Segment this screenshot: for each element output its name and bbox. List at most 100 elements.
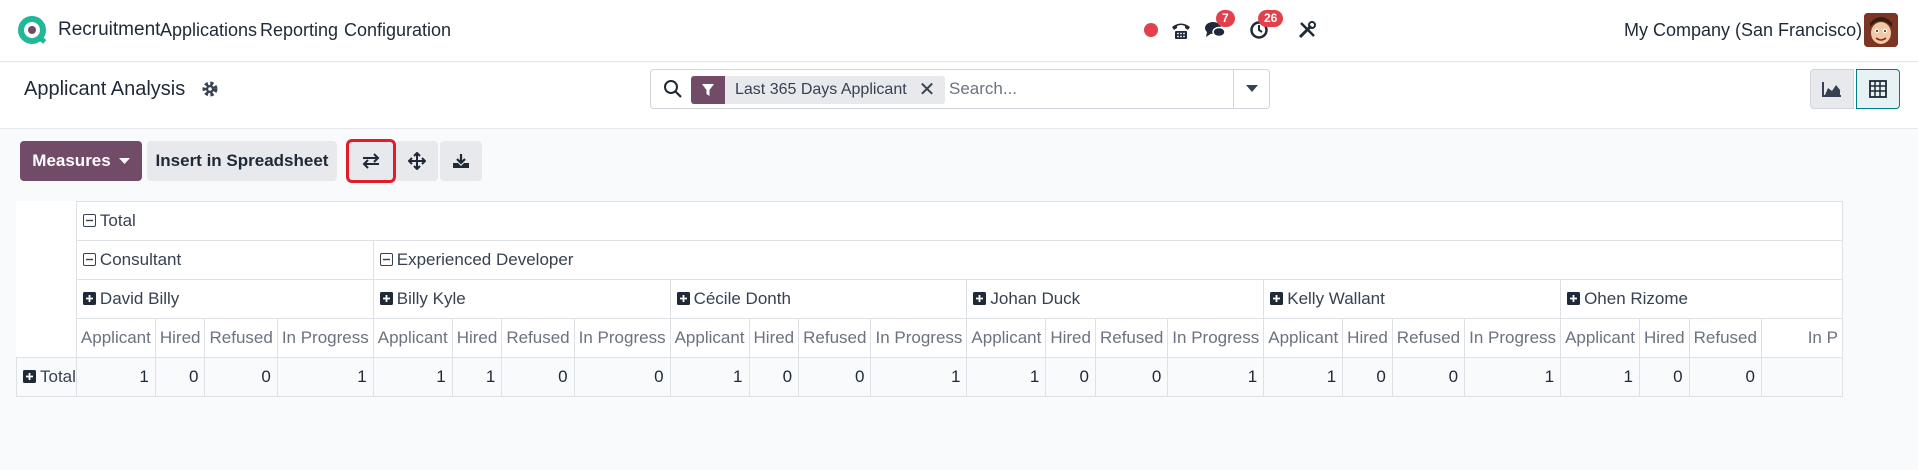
row-header-total[interactable]: Total bbox=[16, 357, 77, 397]
pivot-value-cell[interactable]: 1 bbox=[372, 357, 453, 397]
measure-header[interactable]: Refused bbox=[204, 318, 278, 358]
expand-all-button[interactable] bbox=[396, 141, 438, 181]
col-header-person[interactable]: Billy Kyle bbox=[372, 279, 671, 319]
pivot-value-cell[interactable]: 0 bbox=[204, 357, 278, 397]
measure-header[interactable]: Applicant bbox=[966, 318, 1047, 358]
measure-header[interactable]: Hired bbox=[1342, 318, 1393, 358]
measure-header[interactable]: In P bbox=[1760, 318, 1843, 358]
pivot-value-cell[interactable]: 0 bbox=[1094, 357, 1169, 397]
measures-button[interactable]: Measures bbox=[20, 141, 142, 181]
insert-in-spreadsheet-button[interactable]: Insert in Spreadsheet bbox=[147, 141, 337, 181]
measure-header[interactable]: Refused bbox=[798, 318, 872, 358]
pivot-value-cell[interactable]: 0 bbox=[501, 357, 575, 397]
col-header-total[interactable]: Total bbox=[75, 201, 1843, 241]
tools-icon[interactable] bbox=[1294, 14, 1320, 46]
filter-facet-label: Last 365 Days Applicant bbox=[735, 81, 907, 98]
graph-view-button[interactable] bbox=[1810, 69, 1854, 109]
col-header-person[interactable]: David Billy bbox=[75, 279, 374, 319]
col-header-person[interactable]: Kelly Wallant bbox=[1263, 279, 1562, 319]
chat-icon[interactable]: 7 bbox=[1202, 10, 1235, 46]
col-header-person[interactable]: Cécile Donth bbox=[669, 279, 968, 319]
measure-header[interactable]: Refused bbox=[1391, 318, 1466, 358]
search-options-toggle[interactable] bbox=[1233, 70, 1269, 108]
app-name[interactable]: Recruitment bbox=[58, 19, 160, 41]
col-header-person[interactable]: Johan Duck bbox=[966, 279, 1265, 319]
activity-clock-icon[interactable]: 26 bbox=[1246, 10, 1284, 46]
measure-header[interactable]: Hired bbox=[1639, 318, 1690, 358]
menu-applications[interactable]: Applications bbox=[160, 20, 257, 41]
pivot-value-cell[interactable]: 1 bbox=[451, 357, 503, 397]
pivot-value-cell[interactable] bbox=[1760, 357, 1843, 397]
app-logo-icon[interactable] bbox=[18, 16, 48, 46]
user-avatar[interactable] bbox=[1864, 13, 1898, 47]
pivot-value-cell[interactable]: 0 bbox=[573, 357, 671, 397]
gear-icon[interactable] bbox=[200, 79, 220, 99]
measure-header[interactable]: Applicant bbox=[75, 318, 156, 358]
status-dot-icon[interactable] bbox=[1142, 14, 1160, 46]
measure-header[interactable]: Applicant bbox=[1560, 318, 1640, 358]
pivot-value-cell[interactable]: 0 bbox=[154, 357, 206, 397]
measure-header[interactable]: Hired bbox=[748, 318, 800, 358]
pivot-value-cell[interactable]: 1 bbox=[1464, 357, 1562, 397]
col-header-group[interactable]: Experienced Developer bbox=[372, 240, 1843, 280]
pivot-value-cell[interactable]: 0 bbox=[1639, 357, 1690, 397]
pivot-value-cell[interactable]: 1 bbox=[1167, 357, 1265, 397]
measure-header[interactable]: Hired bbox=[1045, 318, 1096, 358]
header-label: Kelly Wallant bbox=[1287, 289, 1385, 308]
pivot-value-cell[interactable]: 0 bbox=[1688, 357, 1762, 397]
header-label: Billy Kyle bbox=[396, 289, 466, 308]
pivot-value-cell[interactable]: 1 bbox=[1263, 357, 1344, 397]
measure-header[interactable]: In Progress bbox=[276, 318, 374, 358]
activity-badge: 26 bbox=[1258, 10, 1284, 27]
pivot-value-cell[interactable]: 1 bbox=[276, 357, 374, 397]
measure-header[interactable]: In Progress bbox=[573, 318, 671, 358]
pivot-value-cell[interactable]: 1 bbox=[1560, 357, 1640, 397]
expand-icon bbox=[23, 370, 36, 383]
corner-cell bbox=[17, 202, 77, 358]
measure-header[interactable]: In Progress bbox=[870, 318, 968, 358]
phone-icon[interactable] bbox=[1168, 14, 1194, 46]
measure-header[interactable]: In Progress bbox=[1167, 318, 1265, 358]
page-title: Applicant Analysis bbox=[24, 78, 186, 100]
measure-header[interactable]: Refused bbox=[1688, 318, 1762, 358]
pivot-value-cell[interactable]: 1 bbox=[75, 357, 156, 397]
measures-label: Measures bbox=[32, 151, 111, 170]
col-header-person[interactable]: Ohen Rizome bbox=[1560, 279, 1843, 319]
col-header-group[interactable]: Consultant bbox=[75, 240, 374, 280]
filter-icon bbox=[691, 76, 725, 104]
menu-configuration[interactable]: Configuration bbox=[344, 20, 451, 41]
flip-axis-button[interactable] bbox=[346, 139, 396, 183]
measure-header[interactable]: Refused bbox=[501, 318, 575, 358]
expand-icon bbox=[1567, 292, 1581, 305]
caret-down-icon bbox=[118, 157, 130, 164]
measure-header[interactable]: Refused bbox=[1094, 318, 1169, 358]
measure-header[interactable]: Hired bbox=[154, 318, 206, 358]
search-bar: Last 365 Days Applicant ✕ bbox=[650, 69, 1270, 109]
measure-header[interactable]: Hired bbox=[451, 318, 503, 358]
pivot-value-cell[interactable]: 0 bbox=[1342, 357, 1393, 397]
measure-header[interactable]: Applicant bbox=[1263, 318, 1344, 358]
pivot-value-cell[interactable]: 0 bbox=[1045, 357, 1096, 397]
measure-header[interactable]: Applicant bbox=[372, 318, 453, 358]
expand-icon bbox=[379, 292, 393, 305]
header-label: David Billy bbox=[99, 289, 180, 308]
remove-facet-icon[interactable]: ✕ bbox=[919, 76, 936, 104]
filter-facet: Last 365 Days Applicant ✕ bbox=[691, 76, 946, 104]
pivot-value-cell[interactable]: 0 bbox=[748, 357, 800, 397]
pivot-value-cell[interactable]: 1 bbox=[669, 357, 750, 397]
measure-header[interactable]: In Progress bbox=[1464, 318, 1562, 358]
pivot-value-cell[interactable]: 0 bbox=[1391, 357, 1466, 397]
menu-reporting[interactable]: Reporting bbox=[260, 20, 338, 41]
download-button[interactable] bbox=[440, 141, 482, 181]
pivot-view-button[interactable] bbox=[1856, 69, 1900, 109]
pivot-value-cell[interactable]: 0 bbox=[798, 357, 872, 397]
measure-header[interactable]: Applicant bbox=[669, 318, 750, 358]
search-icon[interactable] bbox=[663, 79, 683, 99]
caret-down-icon bbox=[1245, 85, 1258, 92]
download-icon bbox=[453, 154, 469, 168]
header-label: Ohen Rizome bbox=[1584, 289, 1688, 308]
pivot-value-cell[interactable]: 1 bbox=[870, 357, 968, 397]
pivot-value-cell[interactable]: 1 bbox=[966, 357, 1047, 397]
search-input[interactable] bbox=[949, 79, 1209, 99]
company-switcher[interactable]: My Company (San Francisco) bbox=[1624, 20, 1862, 41]
